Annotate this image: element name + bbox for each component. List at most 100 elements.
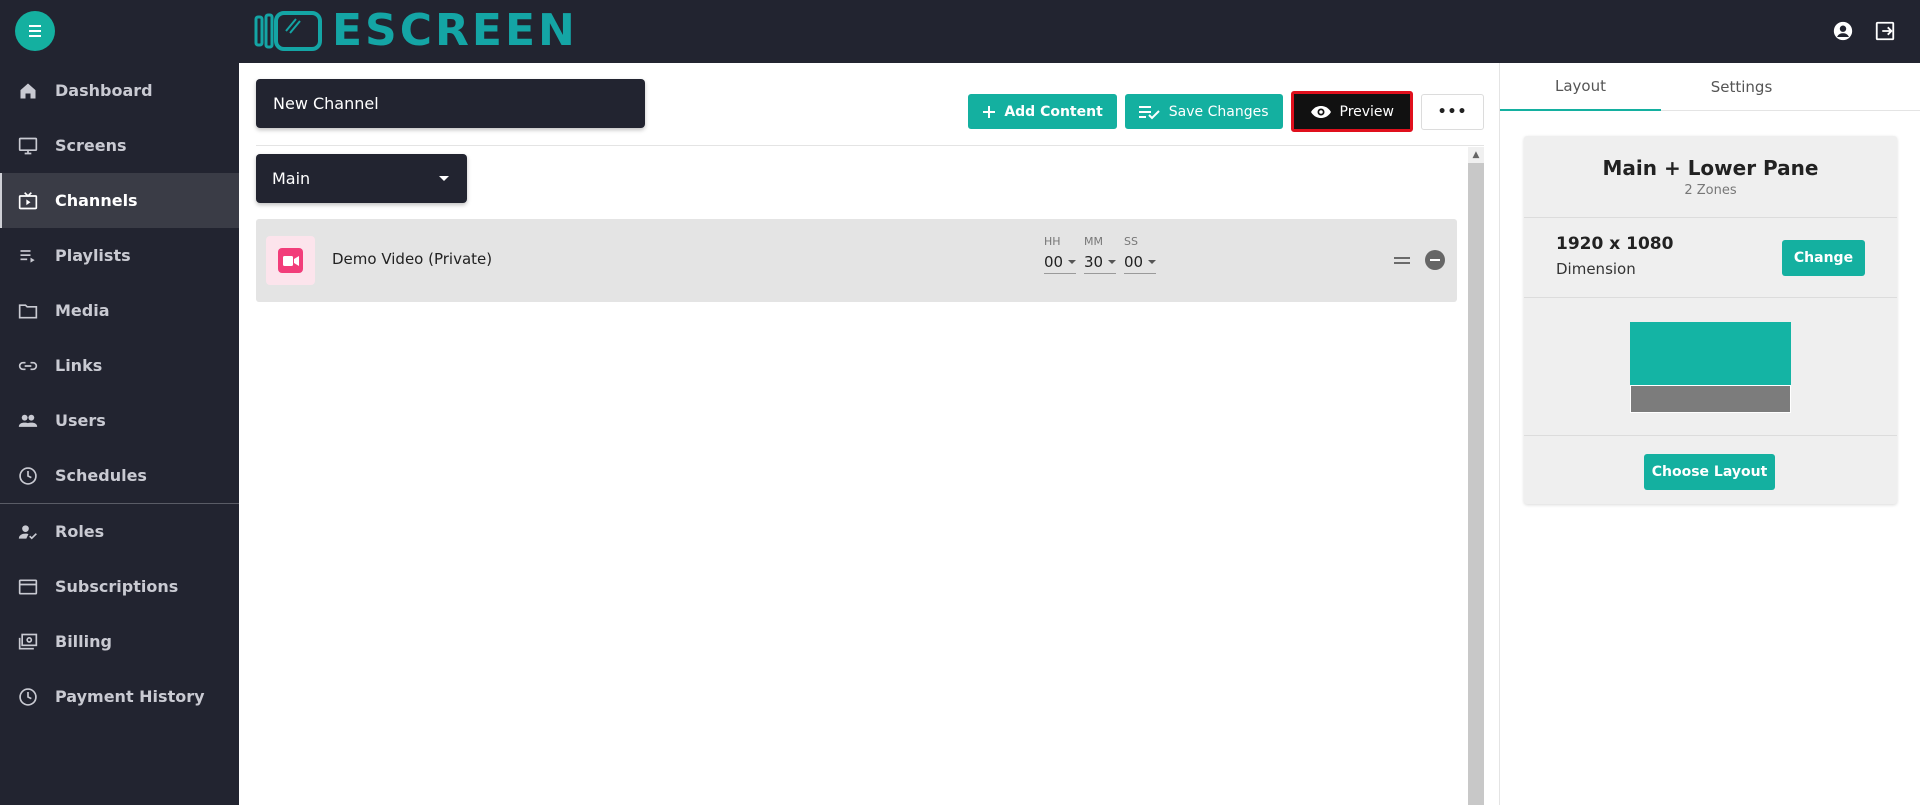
sidebar-item-dashboard[interactable]: Dashboard (0, 63, 239, 118)
add-content-label: Add Content (1004, 103, 1103, 120)
sidebar-item-media[interactable]: Media (0, 283, 239, 338)
billing-icon (17, 631, 39, 653)
toolbar-divider (256, 145, 1484, 146)
sidebar-item-users[interactable]: Users (0, 393, 239, 448)
caret-down-icon (1108, 260, 1117, 264)
more-options-button[interactable]: ••• (1421, 93, 1484, 130)
hours-label: HH (1044, 235, 1061, 248)
remove-content-button[interactable] (1425, 250, 1445, 270)
scrollbar[interactable]: ▲ (1468, 147, 1484, 805)
duration-minutes: MM 30 (1084, 235, 1117, 274)
sidebar-item-label: Media (55, 301, 110, 320)
playlist-icon (17, 245, 39, 267)
sidebar-item-label: Links (55, 356, 103, 375)
editor-toolbar: Add Content Save Changes Preview ••• (968, 91, 1484, 132)
duration-seconds: SS 00 (1124, 235, 1157, 274)
playlist-check-icon (1138, 104, 1161, 120)
sidebar-item-screens[interactable]: Screens (0, 118, 239, 173)
minutes-select[interactable]: 30 (1084, 253, 1117, 274)
sidebar-item-playlists[interactable]: Playlists (0, 228, 239, 283)
logo-text: ESCREEN (332, 5, 578, 56)
scroll-up-icon[interactable]: ▲ (1468, 147, 1484, 163)
link-icon (17, 355, 39, 377)
caret-down-icon (439, 176, 449, 181)
sidebar-item-label: Roles (55, 522, 105, 541)
channel-name-input[interactable]: New Channel (256, 79, 645, 128)
sidebar-item-label: Channels (55, 191, 138, 210)
caret-down-icon (1148, 260, 1157, 264)
seconds-select[interactable]: 00 (1124, 253, 1157, 274)
account-circle-icon[interactable] (1830, 18, 1856, 44)
layout-preview (1524, 298, 1897, 436)
sidebar-item-links[interactable]: Links (0, 338, 239, 393)
tab-layout[interactable]: Layout (1500, 63, 1661, 111)
sidebar-item-label: Dashboard (55, 81, 153, 100)
drag-handle-icon[interactable] (1394, 257, 1410, 267)
preview-button[interactable]: Preview (1290, 91, 1413, 132)
zone-count: 2 Zones (1684, 183, 1737, 198)
plus-icon (982, 105, 996, 119)
more-icon: ••• (1437, 103, 1468, 120)
home-icon (17, 80, 39, 102)
monitor-icon (17, 135, 39, 157)
tab-settings[interactable]: Settings (1661, 63, 1822, 111)
logo: ESCREEN (254, 9, 578, 53)
history-icon (17, 686, 39, 708)
content-title: Demo Video (Private) (332, 250, 493, 268)
minutes-value: 30 (1084, 253, 1104, 271)
user-check-icon (17, 521, 39, 543)
logo-icon (254, 11, 322, 51)
content-thumbnail (266, 236, 315, 285)
zone-lower-preview (1630, 385, 1791, 413)
right-panel: Layout Settings Main + Lower Pane 2 Zone… (1499, 63, 1920, 805)
save-changes-label: Save Changes (1168, 103, 1269, 120)
clock-icon (17, 465, 39, 487)
sidebar-item-billing[interactable]: Billing (0, 614, 239, 669)
add-content-button[interactable]: Add Content (968, 94, 1117, 129)
zone-select-value: Main (272, 169, 311, 188)
tv-channel-icon (17, 190, 39, 212)
sidebar-item-label: Schedules (55, 466, 147, 485)
top-bar: ESCREEN (0, 0, 1920, 63)
sidebar-item-label: Playlists (55, 246, 131, 265)
seconds-label: SS (1124, 235, 1138, 248)
sidebar-item-label: Billing (55, 632, 112, 651)
eye-icon (1310, 105, 1332, 119)
sidebar-item-label: Payment History (55, 687, 205, 706)
sidebar-item-payment-history[interactable]: Payment History (0, 669, 239, 724)
seconds-value: 00 (1124, 253, 1144, 271)
logout-icon[interactable] (1872, 18, 1898, 44)
sidebar-item-subscriptions[interactable]: Subscriptions (0, 559, 239, 614)
credit-card-icon (17, 576, 39, 598)
hours-select[interactable]: 00 (1044, 253, 1077, 274)
sidebar: Dashboard Screens Channels Playlists Med… (0, 63, 239, 805)
layout-name: Main + Lower Pane (1602, 156, 1819, 180)
change-dimension-button[interactable]: Change (1782, 240, 1865, 276)
zone-main-preview (1630, 322, 1791, 385)
save-changes-button[interactable]: Save Changes (1124, 94, 1283, 129)
hours-value: 00 (1044, 253, 1064, 271)
sidebar-item-label: Users (55, 411, 106, 430)
zone-select[interactable]: Main (256, 154, 467, 203)
sidebar-item-label: Screens (55, 136, 127, 155)
sidebar-item-channels[interactable]: Channels (0, 173, 239, 228)
users-icon (17, 410, 39, 432)
sidebar-item-label: Subscriptions (55, 577, 179, 596)
sidebar-item-schedules[interactable]: Schedules (0, 448, 239, 503)
dimension-value: 1920 x 1080 (1556, 234, 1674, 254)
video-camera-icon (278, 248, 303, 273)
hamburger-icon[interactable] (15, 11, 55, 51)
panel-tabs: Layout Settings (1500, 63, 1920, 111)
choose-layout-button[interactable]: Choose Layout (1644, 454, 1775, 490)
preview-label: Preview (1339, 103, 1395, 120)
folder-icon (17, 300, 39, 322)
channel-editor: New Channel Add Content Save Changes Pre… (239, 63, 1499, 805)
layout-card: Main + Lower Pane 2 Zones 1920 x 1080 Di… (1524, 136, 1897, 504)
minus-icon (1430, 259, 1440, 261)
minutes-label: MM (1084, 235, 1103, 248)
content-row[interactable]: Demo Video (Private) HH 00 MM 30 SS 00 (256, 219, 1457, 302)
dimension-label: Dimension (1556, 260, 1636, 278)
duration-hours: HH 00 (1044, 235, 1077, 274)
sidebar-item-roles[interactable]: Roles (0, 504, 239, 559)
caret-down-icon (1068, 260, 1077, 264)
